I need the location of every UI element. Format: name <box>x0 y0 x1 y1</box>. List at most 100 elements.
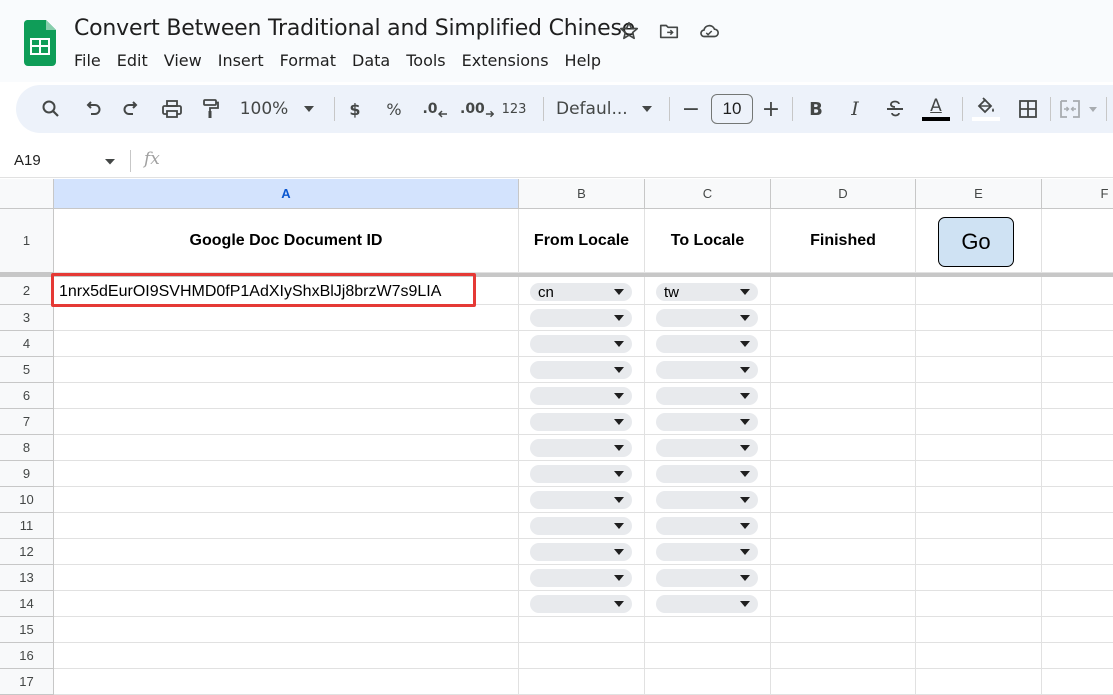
menu-extensions[interactable]: Extensions <box>454 49 557 72</box>
to-locale-dropdown[interactable] <box>656 387 758 405</box>
grid-cell[interactable] <box>916 305 1042 331</box>
menu-tools[interactable]: Tools <box>398 49 453 72</box>
chevron-down-icon[interactable] <box>104 158 116 165</box>
to-locale-dropdown[interactable] <box>656 491 758 509</box>
grid-cell[interactable] <box>771 513 916 539</box>
row-header[interactable]: 11 <box>0 513 54 539</box>
merge-cells-dropdown[interactable] <box>1087 85 1099 133</box>
grid-cell[interactable] <box>54 643 519 669</box>
grid-cell[interactable] <box>771 539 916 565</box>
grid-cell[interactable] <box>54 591 519 617</box>
italic-button[interactable]: I <box>843 85 867 133</box>
menu-view[interactable]: View <box>156 49 210 72</box>
borders-button[interactable] <box>1016 85 1040 133</box>
menu-file[interactable]: File <box>66 49 109 72</box>
grid-cell[interactable] <box>54 461 519 487</box>
from-locale-dropdown[interactable] <box>530 309 632 327</box>
row-header[interactable]: 17 <box>0 669 54 695</box>
to-locale-dropdown[interactable] <box>656 543 758 561</box>
document-title[interactable]: Convert Between Traditional and Simplifi… <box>74 16 635 41</box>
from-locale-dropdown[interactable] <box>530 543 632 561</box>
row-header[interactable]: 7 <box>0 409 54 435</box>
fill-color-button[interactable] <box>972 85 1000 133</box>
grid-cell[interactable] <box>916 669 1042 695</box>
grid-cell[interactable] <box>771 305 916 331</box>
grid-cell[interactable] <box>54 669 519 695</box>
header-cell-from-locale[interactable]: From Locale <box>519 209 645 273</box>
strikethrough-button[interactable] <box>882 85 908 133</box>
paint-format-button[interactable] <box>198 85 224 133</box>
from-locale-dropdown[interactable] <box>530 595 632 613</box>
to-locale-dropdown[interactable] <box>656 439 758 457</box>
grid-cell[interactable] <box>771 617 916 643</box>
grid-cell[interactable] <box>54 357 519 383</box>
from-locale-dropdown[interactable] <box>530 517 632 535</box>
select-all-corner[interactable] <box>0 179 54 209</box>
to-locale-dropdown[interactable] <box>656 309 758 327</box>
redo-button[interactable] <box>118 85 144 133</box>
to-locale-dropdown[interactable] <box>656 517 758 535</box>
row-header[interactable]: 16 <box>0 643 54 669</box>
grid-cell[interactable] <box>916 539 1042 565</box>
row-header[interactable]: 3 <box>0 305 54 331</box>
grid-cell[interactable] <box>1042 305 1113 331</box>
grid-cell[interactable] <box>1042 669 1113 695</box>
grid-cell[interactable] <box>771 591 916 617</box>
to-locale-dropdown[interactable] <box>656 569 758 587</box>
column-header-d[interactable]: D <box>771 179 916 209</box>
grid-cell[interactable] <box>916 565 1042 591</box>
grid-cell[interactable] <box>54 331 519 357</box>
row-header[interactable]: 8 <box>0 435 54 461</box>
grid-cell[interactable] <box>916 487 1042 513</box>
star-icon[interactable] <box>618 20 640 42</box>
header-cell-to-locale[interactable]: To Locale <box>645 209 771 273</box>
to-locale-dropdown[interactable] <box>656 335 758 353</box>
font-size-input[interactable]: 10 <box>711 94 753 124</box>
row-header[interactable]: 1 <box>0 209 54 273</box>
decrease-decimal-button[interactable]: .0 <box>420 85 450 133</box>
grid-cell[interactable] <box>519 669 645 695</box>
grid-cell[interactable] <box>54 617 519 643</box>
text-color-button[interactable]: A <box>920 85 952 133</box>
grid-cell[interactable] <box>771 383 916 409</box>
name-box[interactable]: A19 <box>14 152 41 169</box>
grid-cell[interactable] <box>645 617 771 643</box>
row-header[interactable]: 9 <box>0 461 54 487</box>
menu-help[interactable]: Help <box>557 49 609 72</box>
column-header-e[interactable]: E <box>916 179 1042 209</box>
undo-button[interactable] <box>80 85 106 133</box>
grid-cell[interactable] <box>771 565 916 591</box>
grid-cell[interactable] <box>1042 487 1113 513</box>
row-header[interactable]: 2 <box>0 277 54 305</box>
currency-format-button[interactable]: $ <box>344 85 366 133</box>
grid-cell[interactable] <box>645 643 771 669</box>
grid-cell[interactable] <box>1042 383 1113 409</box>
go-button[interactable]: Go <box>938 217 1014 267</box>
increase-font-size-button[interactable]: + <box>760 85 782 133</box>
row-header[interactable]: 15 <box>0 617 54 643</box>
from-locale-dropdown[interactable] <box>530 413 632 431</box>
from-locale-dropdown[interactable] <box>530 569 632 587</box>
grid-cell[interactable] <box>54 435 519 461</box>
grid-cell[interactable] <box>54 513 519 539</box>
grid-cell[interactable] <box>916 513 1042 539</box>
font-family-dropdown[interactable] <box>640 85 654 133</box>
row-header[interactable]: 6 <box>0 383 54 409</box>
column-header-c[interactable]: C <box>645 179 771 209</box>
bold-button[interactable]: B <box>804 85 828 133</box>
row-header[interactable]: 14 <box>0 591 54 617</box>
grid-cell[interactable] <box>1042 591 1113 617</box>
header-cell-finished[interactable]: Finished <box>771 209 916 273</box>
grid-cell[interactable] <box>519 643 645 669</box>
zoom-value[interactable]: 100% <box>238 85 290 133</box>
move-to-folder-icon[interactable] <box>658 20 680 42</box>
to-locale-dropdown[interactable] <box>656 413 758 431</box>
from-locale-dropdown[interactable] <box>530 465 632 483</box>
grid-cell[interactable] <box>916 643 1042 669</box>
grid-cell[interactable] <box>1042 409 1113 435</box>
grid-cell[interactable] <box>1042 513 1113 539</box>
zoom-dropdown[interactable] <box>302 85 316 133</box>
sheets-logo-icon[interactable] <box>24 20 56 66</box>
grid-cell[interactable] <box>916 591 1042 617</box>
grid-cell[interactable] <box>1042 461 1113 487</box>
